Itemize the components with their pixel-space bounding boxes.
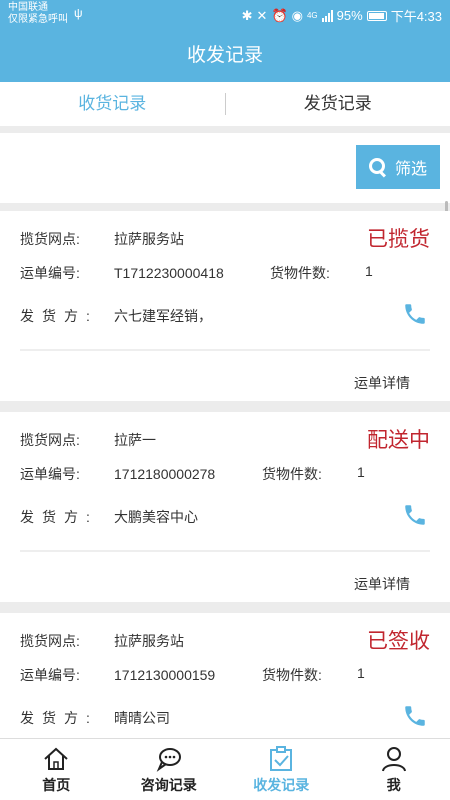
station-value: 拉萨服务站 xyxy=(114,633,184,649)
nav-item-consult[interactable]: 咨询记录 xyxy=(113,739,226,800)
phone-icon[interactable] xyxy=(402,301,428,327)
network-type: 4G xyxy=(306,11,318,20)
status-icons: ✱ ✕ ⏰ ◉ 4G 95% 下午4:33 xyxy=(242,6,442,25)
station-label: 揽货网点: xyxy=(20,231,80,247)
shipper-value: 六七建军经销， xyxy=(114,308,212,324)
shipper-label: 发货方: xyxy=(20,509,98,525)
usb-icon: ψ xyxy=(74,6,83,20)
waybill-row: 运单编号: 1712130000159 xyxy=(20,665,215,685)
carrier-name: 中国联通 xyxy=(8,2,48,13)
record-card[interactable]: 揽货网点: 拉萨一 配送中 运单编号: 1712180000278 货物件数: … xyxy=(0,412,450,602)
record-list: 揽货网点: 拉萨服务站 已揽货 运单编号: T1712230000418 货物件… xyxy=(0,211,450,738)
nav-item-home[interactable]: 首页 xyxy=(0,739,113,800)
nav-item-records[interactable]: 收发记录 xyxy=(225,739,338,800)
nav-label: 咨询记录 xyxy=(140,777,197,793)
nav-label: 收发记录 xyxy=(253,777,310,793)
battery-icon xyxy=(366,10,387,21)
shipper-row: 发货方: 大鹏美容中心 xyxy=(20,507,198,527)
filter-button[interactable]: 筛选 xyxy=(356,145,440,189)
battery-percent: 95% xyxy=(336,8,363,23)
page-title: 收发记录 xyxy=(0,30,450,82)
tab-bar: 收货记录 发货记录 xyxy=(0,82,450,126)
status-badge: 已揽货 xyxy=(367,228,430,251)
clipboard-check-icon xyxy=(270,746,293,771)
shipper-row: 发货方: 六七建军经销， xyxy=(20,306,212,326)
station-label: 揽货网点: xyxy=(20,432,80,448)
card-divider xyxy=(20,550,430,552)
nav-item-me[interactable]: 我 xyxy=(338,739,450,800)
waybill-row: 运单编号: T1712230000418 xyxy=(20,263,224,283)
bluetooth-icon: ✱ xyxy=(241,7,253,23)
waybill-label: 运单编号: xyxy=(20,466,80,482)
tab-send-records[interactable]: 发货记录 xyxy=(226,82,450,126)
status-badge: 配送中 xyxy=(367,429,430,452)
count-label: 货物件数: xyxy=(262,667,322,683)
shipper-value: 大鹏美容中心 xyxy=(114,509,198,525)
filter-label: 筛选 xyxy=(394,161,427,178)
chat-icon xyxy=(156,748,181,772)
mute-icon: ✕ xyxy=(256,7,268,23)
bottom-nav: 首页 咨询记录 收发记录 我 xyxy=(0,738,450,800)
station-row: 揽货网点: 拉萨服务站 xyxy=(20,631,184,651)
count-value: 1 xyxy=(365,263,373,279)
shipper-row: 发货方: 晴晴公司 xyxy=(20,708,170,728)
waybill-detail-link[interactable]: 运单详情 xyxy=(354,373,410,393)
waybill-value: T1712230000418 xyxy=(114,265,224,281)
user-icon xyxy=(381,747,406,772)
record-card[interactable]: 揽货网点: 拉萨服务站 已揽货 运单编号: T1712230000418 货物件… xyxy=(0,211,450,401)
count-value: 1 xyxy=(357,665,365,681)
nav-label: 首页 xyxy=(42,777,71,793)
status-badge: 已签收 xyxy=(367,630,430,653)
phone-icon[interactable] xyxy=(402,502,428,528)
carrier-status: 仅限紧急呼叫 xyxy=(8,14,68,25)
station-row: 揽货网点: 拉萨服务站 xyxy=(20,229,184,249)
waybill-label: 运单编号: xyxy=(20,265,80,281)
nav-label: 我 xyxy=(386,777,401,793)
status-bar: 中国联通 仅限紧急呼叫 ψ ✱ ✕ ⏰ ◉ 4G 95% 下午4:33 xyxy=(0,0,450,30)
station-value: 拉萨服务站 xyxy=(114,231,184,247)
card-divider xyxy=(20,349,430,351)
signal-icon xyxy=(321,9,333,22)
tab-receive-records[interactable]: 收货记录 xyxy=(0,82,225,126)
eye-icon: ◉ xyxy=(291,7,303,23)
phone-icon[interactable] xyxy=(402,703,428,729)
home-icon xyxy=(44,747,68,770)
count-label: 货物件数: xyxy=(270,265,330,281)
filter-bar: 筛选 xyxy=(0,133,450,203)
shipper-label: 发货方: xyxy=(20,308,98,324)
shipper-value: 晴晴公司 xyxy=(114,710,170,726)
station-value: 拉萨一 xyxy=(114,432,156,448)
station-label: 揽货网点: xyxy=(20,633,80,649)
count-value: 1 xyxy=(357,464,365,480)
waybill-value: 1712180000278 xyxy=(114,466,216,482)
shipper-label: 发货方: xyxy=(20,710,98,726)
waybill-row: 运单编号: 1712180000278 xyxy=(20,464,215,484)
record-card[interactable]: 揽货网点: 拉萨服务站 已签收 运单编号: 1712130000159 货物件数… xyxy=(0,613,450,738)
waybill-detail-link[interactable]: 运单详情 xyxy=(354,574,410,594)
station-row: 揽货网点: 拉萨一 xyxy=(20,430,156,450)
carrier-info: 中国联通 仅限紧急呼叫 xyxy=(8,2,68,26)
waybill-label: 运单编号: xyxy=(20,667,80,683)
alarm-icon: ⏰ xyxy=(271,7,288,23)
search-icon xyxy=(368,158,387,176)
waybill-value: 1712130000159 xyxy=(114,667,216,683)
count-label: 货物件数: xyxy=(262,466,322,482)
clock: 下午4:33 xyxy=(390,9,442,24)
